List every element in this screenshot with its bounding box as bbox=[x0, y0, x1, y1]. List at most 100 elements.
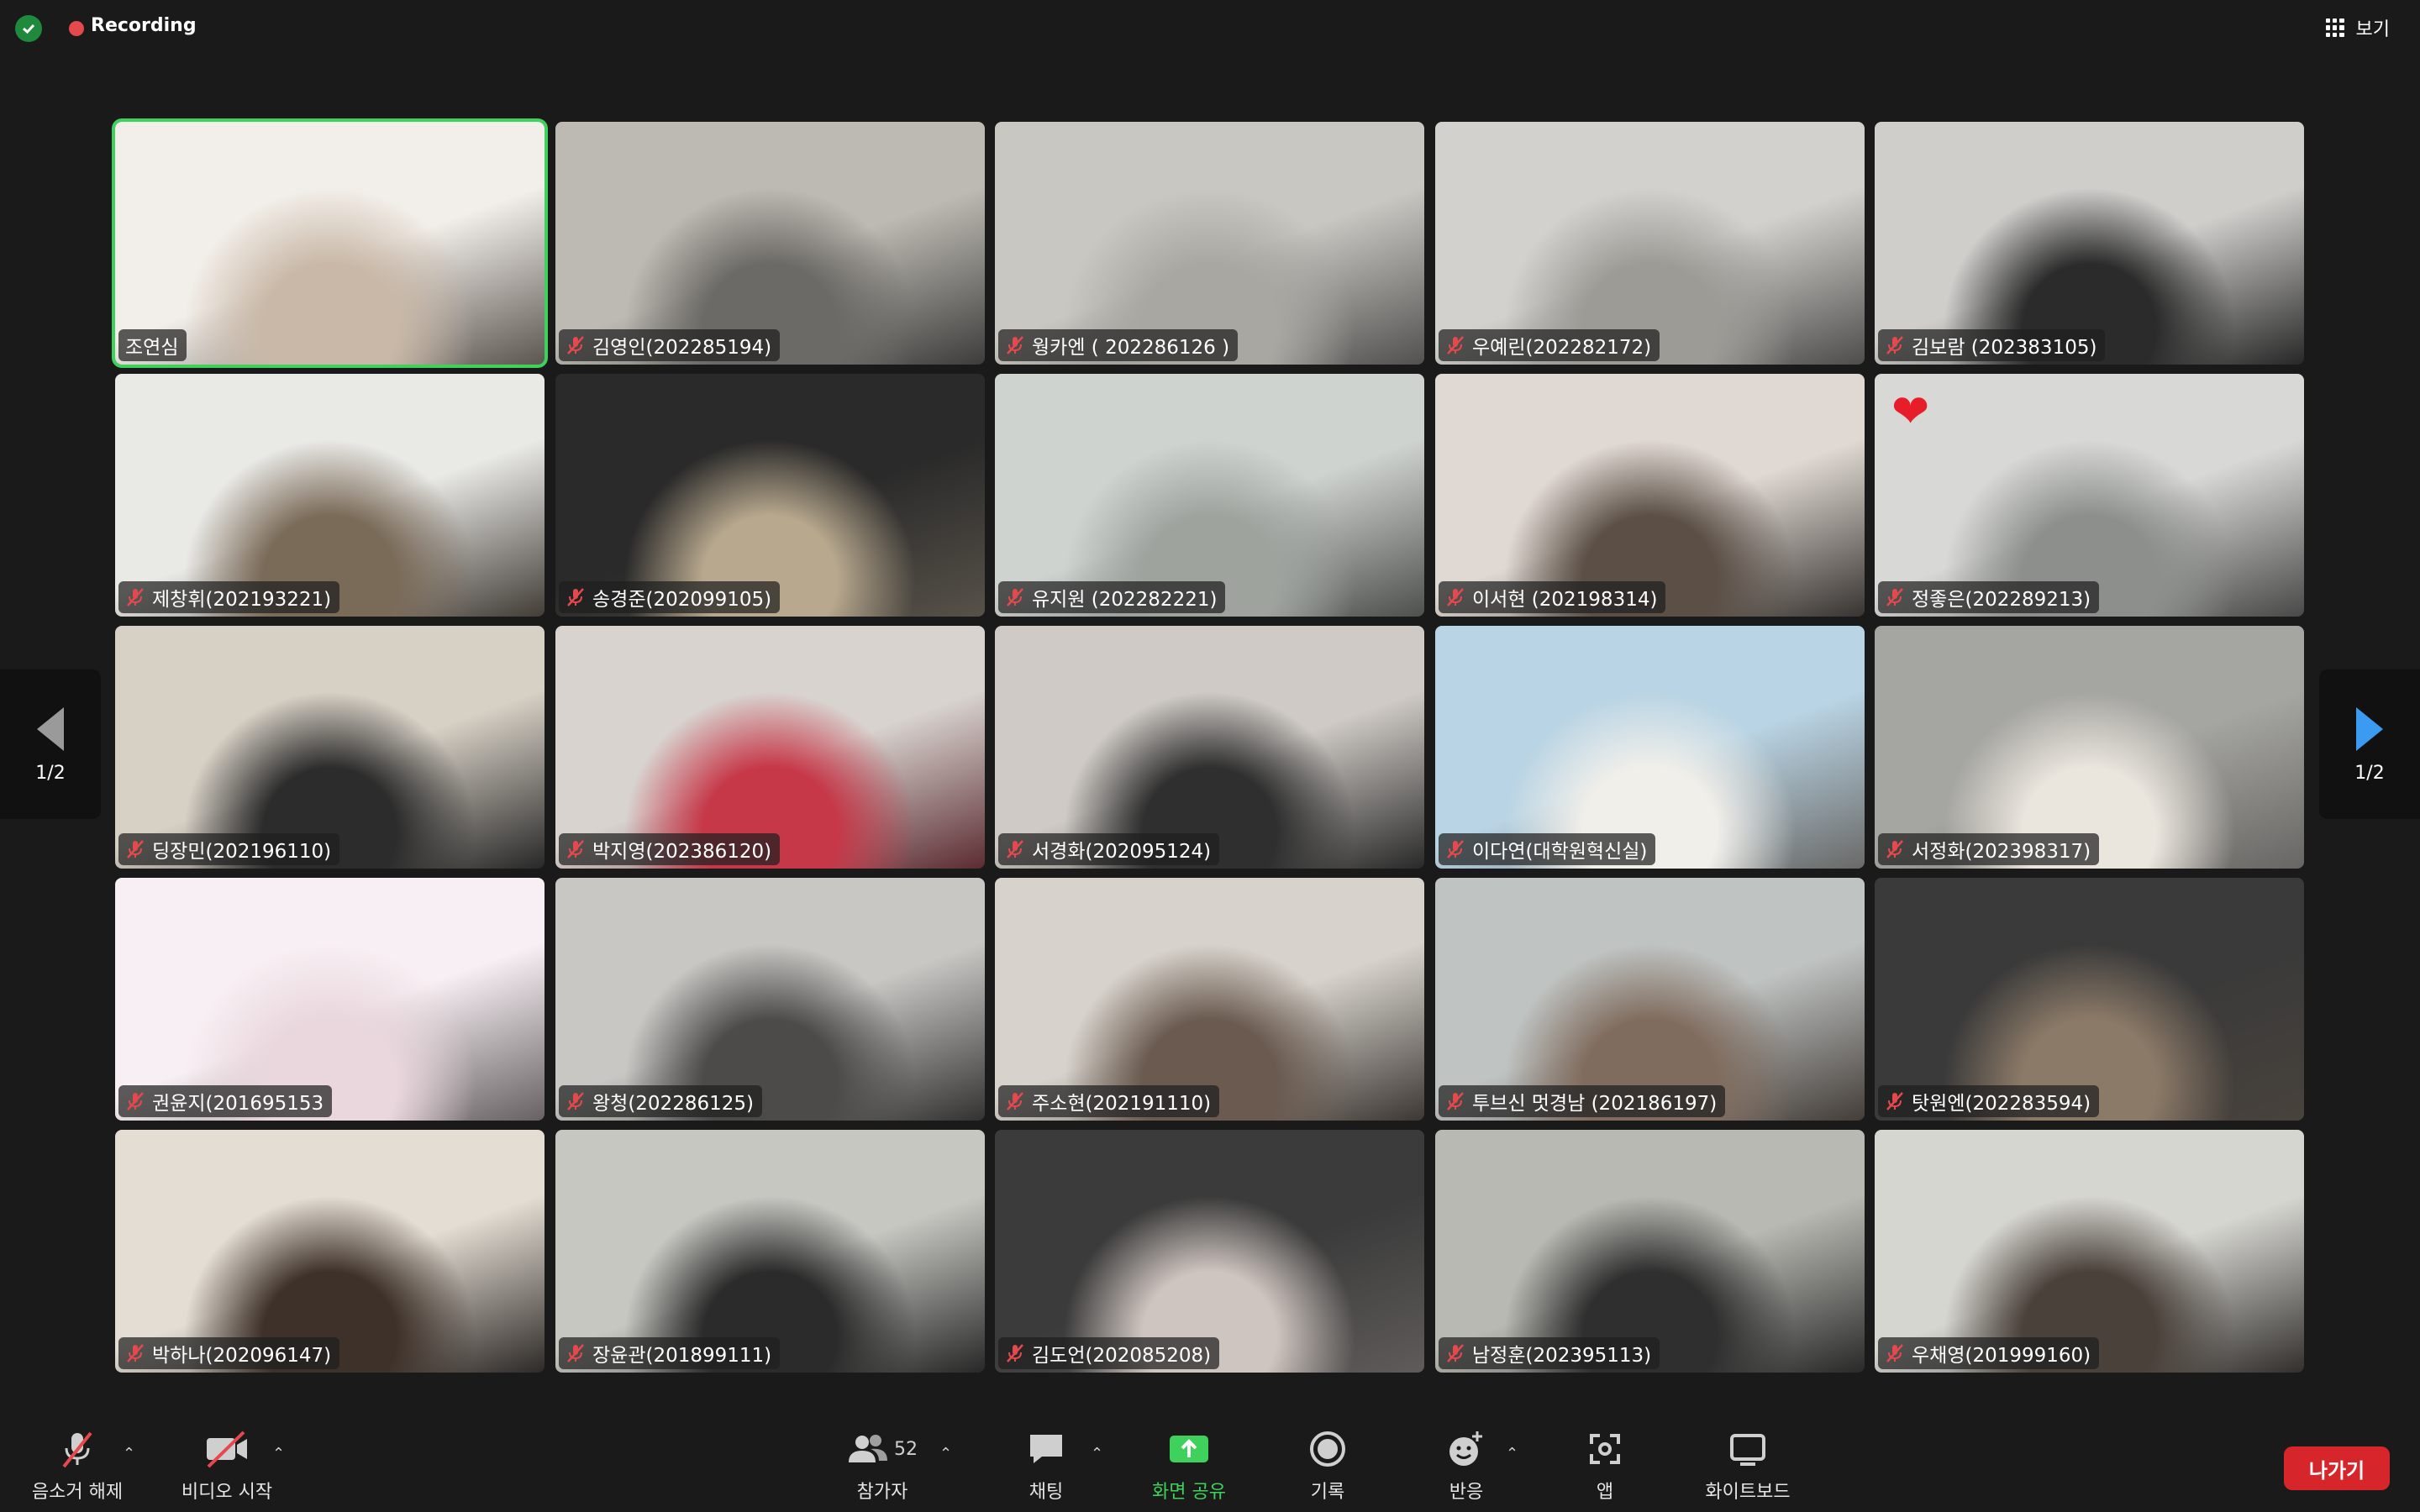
microphone-muted-icon bbox=[1005, 587, 1025, 607]
unmute-button[interactable]: 음소거 해제 bbox=[25, 1421, 129, 1512]
microphone-muted-icon bbox=[1885, 1091, 1905, 1111]
participant-name-tag: 우채영(201999160) bbox=[1878, 1337, 2100, 1369]
microphone-muted-icon bbox=[1005, 1343, 1025, 1363]
participants-button[interactable]: 52 참가자 bbox=[832, 1421, 933, 1512]
participant-name-tag: 권윤지(201695153 bbox=[118, 1085, 333, 1117]
participant-video-feed bbox=[995, 878, 1424, 1121]
participant-video-tile[interactable]: ❤ 정좋은(202289213) bbox=[1875, 374, 2304, 617]
record-icon bbox=[1309, 1430, 1346, 1468]
participant-video-feed bbox=[995, 374, 1424, 617]
record-button[interactable]: 기록 bbox=[1286, 1421, 1370, 1512]
chevron-left-icon bbox=[37, 706, 64, 751]
microphone-muted-icon bbox=[1445, 335, 1465, 355]
previous-page-button[interactable]: 1/2 bbox=[0, 669, 101, 819]
participant-name: 서정화(202398317) bbox=[1912, 841, 2091, 863]
participant-name: 김도언(202085208) bbox=[1032, 1345, 1212, 1367]
participant-video-tile[interactable]: 남정훈(202395113) bbox=[1435, 1130, 1865, 1373]
participant-name: 주소현(202191110) bbox=[1032, 1093, 1212, 1115]
participant-name-tag: 이서현 (202198314) bbox=[1439, 581, 1666, 613]
microphone-muted-icon bbox=[566, 1091, 586, 1111]
chat-bubble-icon bbox=[1027, 1430, 1065, 1468]
security-shield-icon[interactable] bbox=[15, 15, 42, 42]
next-page-button[interactable]: 1/2 bbox=[2319, 669, 2420, 819]
participant-name: 정좋은(202289213) bbox=[1912, 589, 2091, 611]
participant-video-tile[interactable]: 김영인(202285194) bbox=[555, 122, 985, 365]
participant-video-tile[interactable]: 탓원엔(202283594) bbox=[1875, 878, 2304, 1121]
view-button[interactable]: 보기 bbox=[2325, 12, 2390, 44]
microphone-muted-icon bbox=[1445, 587, 1465, 607]
leave-meeting-button[interactable]: 나가기 bbox=[2284, 1446, 2390, 1490]
apps-button[interactable]: 앱 bbox=[1563, 1421, 1647, 1512]
participant-video-feed bbox=[995, 1130, 1424, 1373]
participant-video-tile[interactable]: 딩장민(202196110) bbox=[115, 626, 544, 869]
share-screen-button[interactable]: 화면 공유 bbox=[1139, 1421, 1239, 1512]
participant-video-feed bbox=[555, 122, 985, 365]
participant-name-tag: 서경화(202095124) bbox=[998, 833, 1220, 865]
participant-video-tile[interactable]: 송경준(202099105) bbox=[555, 374, 985, 617]
participant-video-tile[interactable]: 김도언(202085208) bbox=[995, 1130, 1424, 1373]
grid-view-icon bbox=[2325, 18, 2344, 37]
share-screen-icon bbox=[1168, 1430, 1210, 1468]
participant-video-tile[interactable]: 제창휘(202193221) bbox=[115, 374, 544, 617]
participant-video-tile[interactable]: 권윤지(201695153 bbox=[115, 878, 544, 1121]
participant-video-feed bbox=[115, 122, 544, 365]
participant-name: 우채영(201999160) bbox=[1912, 1345, 2091, 1367]
participant-video-feed bbox=[1435, 878, 1865, 1121]
reactions-options-caret-icon[interactable]: ⌃ bbox=[1506, 1445, 1518, 1462]
participant-video-tile[interactable]: 박지영(202386120) bbox=[555, 626, 985, 869]
microphone-muted-icon bbox=[566, 1343, 586, 1363]
video-options-caret-icon[interactable]: ⌃ bbox=[272, 1445, 285, 1462]
participant-video-tile[interactable]: 투브신 멋경남 (202186197) bbox=[1435, 878, 1865, 1121]
participant-video-tile[interactable]: 김보람 (202383105) bbox=[1875, 122, 2304, 365]
participant-name-tag: 탓원엔(202283594) bbox=[1878, 1085, 2100, 1117]
microphone-muted-icon bbox=[125, 1091, 145, 1111]
apps-label: 앱 bbox=[1596, 1482, 1614, 1503]
participant-name: 김보람 (202383105) bbox=[1912, 337, 2097, 359]
microphone-muted-icon bbox=[125, 587, 145, 607]
participant-video-tile[interactable]: 왕청(202286125) bbox=[555, 878, 985, 1121]
microphone-muted-icon bbox=[1445, 839, 1465, 859]
participant-name-tag: 주소현(202191110) bbox=[998, 1085, 1220, 1117]
microphone-muted-icon bbox=[1005, 839, 1025, 859]
chat-button[interactable]: 채팅 bbox=[1004, 1421, 1088, 1512]
participants-options-caret-icon[interactable]: ⌃ bbox=[939, 1445, 952, 1462]
participant-video-tile[interactable]: 조연심 bbox=[115, 122, 544, 365]
participant-video-tile[interactable]: 이다연(대학원혁신실) bbox=[1435, 626, 1865, 869]
page-indicator-right: 1/2 bbox=[2354, 762, 2385, 784]
participant-name: 박지영(202386120) bbox=[592, 841, 772, 863]
participant-video-tile[interactable]: 우예린(202282172) bbox=[1435, 122, 1865, 365]
participant-video-feed bbox=[1435, 122, 1865, 365]
zoom-meeting-window: Recording 보기 조연심 김영인(202285194) 웡카엔 ( 2022… bbox=[0, 0, 2420, 1512]
participant-name-tag: 투브신 멋경남 (202186197) bbox=[1439, 1085, 1726, 1117]
participant-video-tile[interactable]: 유지원 (202282221) bbox=[995, 374, 1424, 617]
participant-video-tile[interactable]: 서정화(202398317) bbox=[1875, 626, 2304, 869]
reactions-button[interactable]: 반응 bbox=[1424, 1421, 1508, 1512]
participant-name: 이서현 (202198314) bbox=[1472, 589, 1658, 611]
participant-video-feed bbox=[1435, 626, 1865, 869]
participant-video-tile[interactable]: 주소현(202191110) bbox=[995, 878, 1424, 1121]
participant-name: 송경준(202099105) bbox=[592, 589, 772, 611]
participant-video-tile[interactable]: 웡카엔 ( 202286126 ) bbox=[995, 122, 1424, 365]
participant-name-tag: 김도언(202085208) bbox=[998, 1337, 1220, 1369]
microphone-muted-icon bbox=[1005, 335, 1025, 355]
participant-video-tile[interactable]: 장윤관(201899111) bbox=[555, 1130, 985, 1373]
audio-options-caret-icon[interactable]: ⌃ bbox=[123, 1445, 135, 1462]
participant-name: 이다연(대학원혁신실) bbox=[1472, 841, 1648, 863]
participant-video-feed bbox=[995, 626, 1424, 869]
participant-video-tile[interactable]: 우채영(201999160) bbox=[1875, 1130, 2304, 1373]
participant-name-tag: 박지영(202386120) bbox=[559, 833, 781, 865]
heart-reaction-icon: ❤ bbox=[1891, 385, 1930, 438]
start-video-button[interactable]: 비디오 시작 bbox=[176, 1421, 277, 1512]
participant-video-tile[interactable]: 이서현 (202198314) bbox=[1435, 374, 1865, 617]
participant-name: 웡카엔 ( 202286126 ) bbox=[1032, 337, 1230, 359]
page-indicator-left: 1/2 bbox=[35, 762, 66, 784]
participant-video-tile[interactable]: 서경화(202095124) bbox=[995, 626, 1424, 869]
participant-name-tag: 조연심 bbox=[118, 329, 187, 361]
meeting-toolbar: 음소거 해제 ⌃ 비디오 시작 ⌃ 52 참가자 ⌃ 채팅 ⌃ 화면 공유 기록… bbox=[0, 1421, 2420, 1512]
participant-video-feed bbox=[555, 374, 985, 617]
whiteboard-button[interactable]: 화이트보드 bbox=[1689, 1421, 1807, 1512]
microphone-muted-icon bbox=[125, 839, 145, 859]
chat-options-caret-icon[interactable]: ⌃ bbox=[1091, 1445, 1103, 1462]
participant-video-tile[interactable]: 박하나(202096147) bbox=[115, 1130, 544, 1373]
microphone-muted-icon bbox=[57, 1430, 97, 1468]
